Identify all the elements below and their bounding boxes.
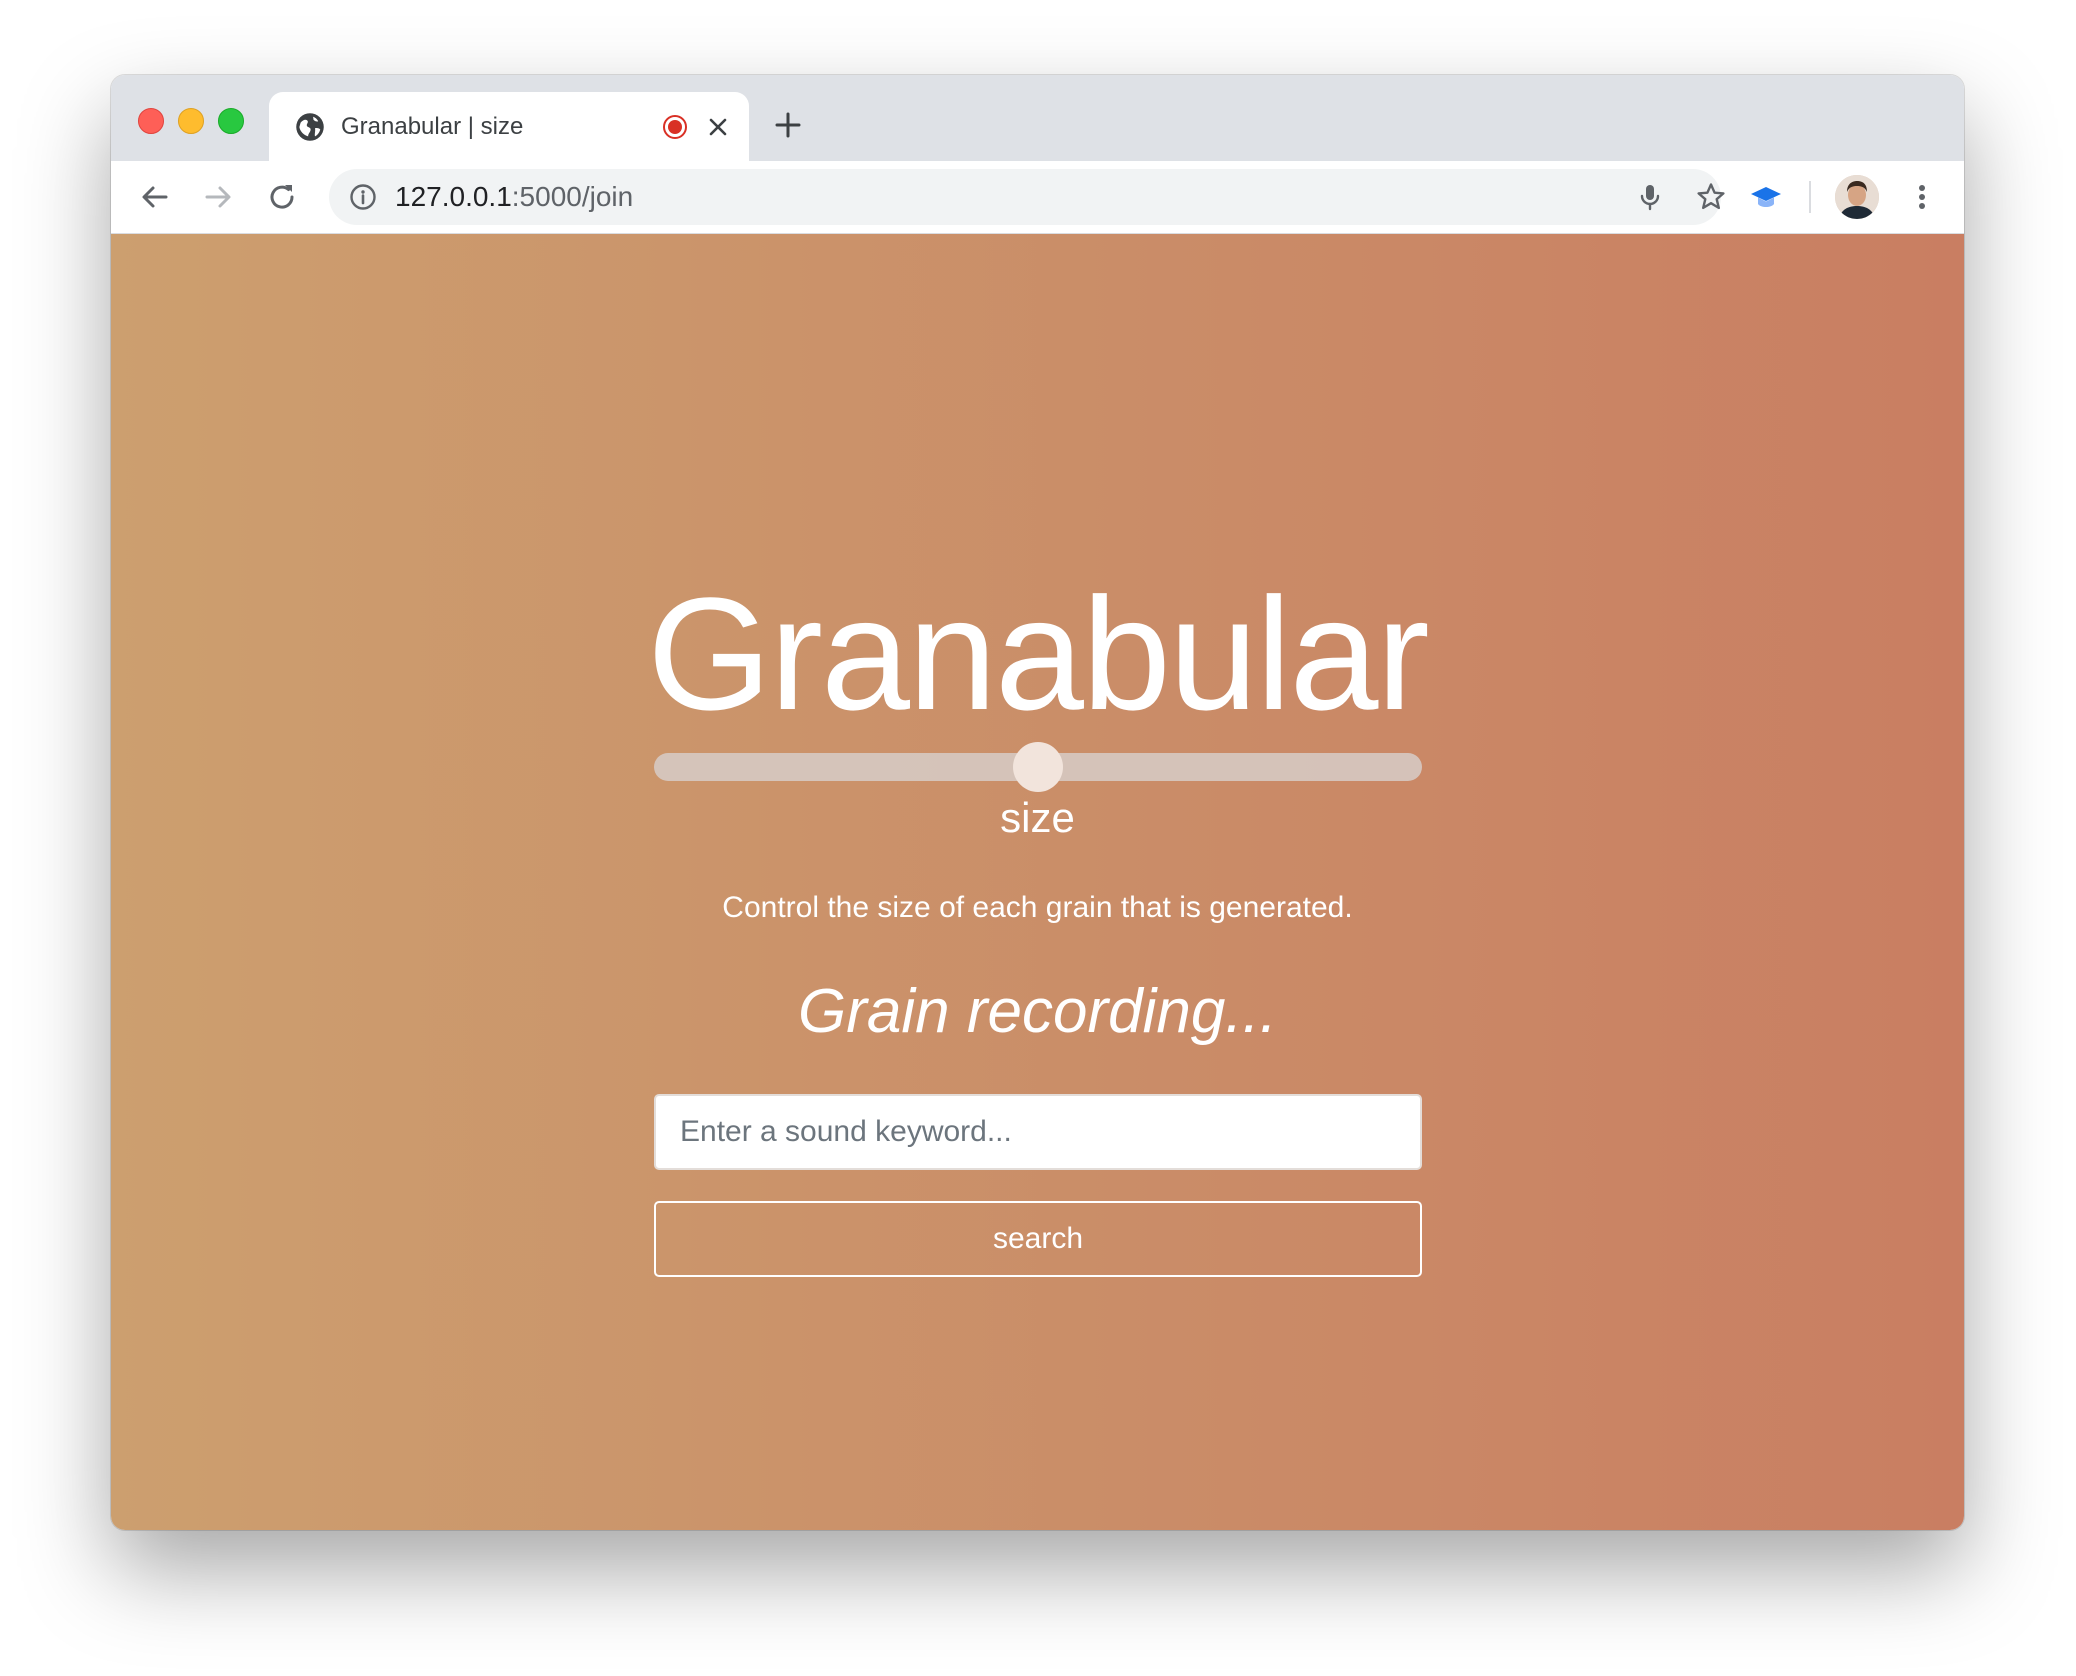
slider-thumb[interactable] bbox=[1013, 742, 1063, 792]
url-path: :5000/join bbox=[511, 181, 634, 212]
address-url[interactable]: 127.0.0.1:5000/join bbox=[395, 180, 633, 214]
avatar[interactable] bbox=[1835, 175, 1879, 219]
kebab-menu-icon[interactable] bbox=[1905, 180, 1939, 214]
sound-keyword-input[interactable] bbox=[654, 1094, 1422, 1170]
profile-photo bbox=[1835, 175, 1879, 219]
url-host: 127.0.0.1 bbox=[395, 181, 512, 212]
graduation-cap-icon[interactable] bbox=[1749, 181, 1783, 215]
close-icon[interactable] bbox=[705, 114, 731, 140]
page-content: Granabular size Control the size of each… bbox=[111, 234, 1964, 1530]
browser-window: Granabular | size 127.0.0.1:5000/join Gr… bbox=[111, 75, 1964, 1530]
search-button[interactable]: search bbox=[654, 1201, 1422, 1277]
globe-icon bbox=[296, 113, 324, 141]
arrow-right-icon[interactable] bbox=[201, 180, 235, 214]
plus-icon[interactable] bbox=[773, 110, 803, 140]
tab-strip: Granabular | size bbox=[111, 75, 1964, 161]
toolbar-divider bbox=[1809, 181, 1811, 213]
tab-title: Granabular | size bbox=[341, 113, 524, 140]
window-minimize-button[interactable] bbox=[178, 108, 204, 134]
record-icon bbox=[663, 115, 687, 139]
star-icon[interactable] bbox=[1695, 181, 1727, 213]
arrow-left-icon[interactable] bbox=[138, 180, 172, 214]
slider-label: size bbox=[1000, 794, 1075, 841]
window-close-button[interactable] bbox=[138, 108, 164, 134]
address-bar[interactable]: 127.0.0.1:5000/join bbox=[329, 169, 1725, 225]
parameter-description: Control the size of each grain that is g… bbox=[722, 891, 1353, 924]
browser-tab[interactable]: Granabular | size bbox=[269, 92, 749, 161]
browser-toolbar: 127.0.0.1:5000/join bbox=[111, 161, 1964, 234]
page-title: Granabular bbox=[647, 564, 1429, 743]
window-zoom-button[interactable] bbox=[218, 108, 244, 134]
info-icon[interactable] bbox=[349, 183, 377, 211]
reload-icon[interactable] bbox=[265, 180, 299, 214]
recording-status: Grain recording... bbox=[798, 977, 1277, 1046]
microphone-icon[interactable] bbox=[1635, 182, 1665, 212]
size-slider[interactable] bbox=[654, 742, 1422, 792]
